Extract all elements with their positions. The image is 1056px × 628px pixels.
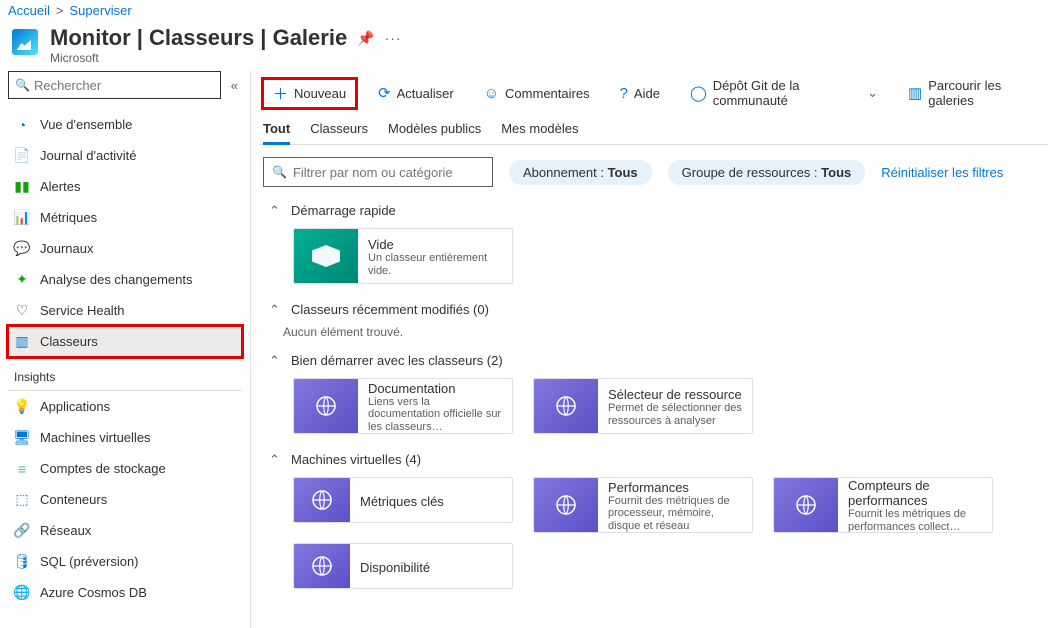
heart-icon: ♡ [14,303,30,319]
sidebar-item-servicehealth[interactable]: ♡Service Health [8,295,242,326]
workbook-icon: ▥ [14,334,30,350]
page-title: Monitor | Classeurs | Galerie [50,25,347,51]
bulb-icon: 💡 [14,399,30,415]
tab-all[interactable]: Tout [263,115,290,145]
tab-mine[interactable]: Mes modèles [501,115,578,144]
collapse-sidebar-icon[interactable]: « [227,74,242,97]
gallery-icon: ▥ [908,84,922,102]
sidebar-item-changeanalysis[interactable]: ✦Analyse des changements [8,264,242,295]
chevron-up-icon: ⌃ [269,353,280,369]
log-icon: 📄 [14,148,30,164]
more-icon[interactable]: ··· [385,30,402,46]
filter-input-wrap[interactable]: 🔍 [263,157,493,187]
refresh-button[interactable]: ⟳Actualiser [370,80,462,106]
globe-icon [294,379,358,433]
sidebar-section-insights: Insights [8,363,242,391]
change-icon: ✦ [14,272,30,288]
pill-subscription[interactable]: Abonnement : Tous [509,160,652,185]
sidebar-item-logs[interactable]: 💬Journaux [8,233,242,264]
logs-icon: 💬 [14,241,30,257]
section-vm[interactable]: ⌃Machines virtuelles (4) [259,444,1048,473]
card-key-metrics[interactable]: Métriques clés [293,477,513,523]
sidebar-item-containers[interactable]: ⬚Conteneurs [8,484,242,515]
globe-icon [534,478,598,532]
card-perf-counters[interactable]: Compteurs de performancesFournit les mét… [773,477,993,533]
sidebar-item-alerts[interactable]: ▮▮Alertes [8,171,242,202]
github-icon: ◯ [690,84,707,102]
help-button[interactable]: ?Aide [612,81,668,106]
new-button[interactable]: ＋Nouveau [263,79,356,108]
containers-icon: ⬚ [14,492,30,508]
card-resource-picker[interactable]: Sélecteur de ressourcePermet de sélectio… [533,378,753,434]
sidebar-item-metrics[interactable]: 📊Métriques [8,202,242,233]
search-input[interactable] [34,78,214,93]
sidebar-item-applications[interactable]: 💡Applications [8,391,242,422]
pin-icon[interactable]: 📌 [357,30,374,47]
tabs: Tout Classeurs Modèles publics Mes modèl… [259,115,1048,145]
tab-public[interactable]: Modèles publics [388,115,481,144]
globe-icon [534,379,598,433]
chevron-up-icon: ⌃ [269,302,280,318]
card-documentation[interactable]: DocumentationLiens vers la documentation… [293,378,513,434]
page-subtitle: Microsoft [50,51,402,65]
plus-icon: ＋ [273,83,288,104]
toolbar: ＋Nouveau ⟳Actualiser ☺Commentaires ?Aide… [259,71,1048,115]
card-availability[interactable]: Disponibilité [293,543,513,589]
comments-button[interactable]: ☺Commentaires [476,81,598,106]
section-quickstart[interactable]: ⌃Démarrage rapide [259,195,1048,224]
breadcrumb-superviser[interactable]: Superviser [70,3,132,18]
sidebar-item-storage[interactable]: ≡Comptes de stockage [8,453,242,484]
search-icon: 🔍 [15,78,30,92]
sidebar-item-overview[interactable]: ◔Vue d'ensemble [8,109,242,140]
sidebar-search[interactable]: 🔍 [8,71,221,99]
storage-icon: ≡ [14,461,30,477]
browse-galleries-button[interactable]: ▥Parcourir les galeries [900,74,1044,112]
globe-icon [294,544,350,588]
section-getstarted[interactable]: ⌃Bien démarrer avec les classeurs (2) [259,345,1048,374]
network-icon: 🔗 [14,523,30,539]
breadcrumb: Accueil > Superviser [0,0,1056,21]
sidebar-item-cosmosdb[interactable]: 🌐Azure Cosmos DB [8,577,242,608]
reset-filters-link[interactable]: Réinitialiser les filtres [881,165,1003,180]
sidebar-item-vms[interactable]: 🖥Machines virtuelles [8,422,242,453]
sidebar-item-activitylog[interactable]: 📄Journal d'activité [8,140,242,171]
empty-thumb-icon [294,229,358,283]
sidebar-item-networks[interactable]: 🔗Réseaux [8,515,242,546]
breadcrumb-home[interactable]: Accueil [8,3,50,18]
card-empty-workbook[interactable]: VideUn classeur entièrement vide. [293,228,513,284]
recent-empty-text: Aucun élément trouvé. [283,323,1048,345]
help-icon: ? [620,85,628,102]
alerts-icon: ▮▮ [14,179,30,195]
page-header: Monitor | Classeurs | Galerie 📌 ··· Micr… [0,21,1056,71]
sql-icon: 🛢 [14,554,30,570]
sidebar-item-sql[interactable]: 🛢SQL (préversion) [8,546,242,577]
monitor-app-icon [12,29,38,55]
globe-icon [294,478,350,522]
tab-workbooks[interactable]: Classeurs [310,115,368,144]
cosmos-icon: 🌐 [14,585,30,601]
main-content: ＋Nouveau ⟳Actualiser ☺Commentaires ?Aide… [250,71,1056,628]
chevron-up-icon: ⌃ [269,452,280,468]
metrics-icon: 📊 [14,210,30,226]
chevron-right-icon: > [56,3,64,18]
vm-icon: 🖥 [14,430,30,446]
github-button[interactable]: ◯Dépôt Git de la communauté⌄ [682,74,886,112]
sidebar-item-classeurs[interactable]: ▥Classeurs [8,326,242,357]
chevron-down-icon: ⌄ [867,85,878,101]
smile-icon: ☺ [484,85,499,102]
pill-resourcegroup[interactable]: Groupe de ressources : Tous [668,160,866,185]
refresh-icon: ⟳ [378,84,391,102]
filter-search-icon: 🔍 [272,165,287,179]
filter-bar: 🔍 Abonnement : Tous Groupe de ressources… [259,145,1048,195]
filter-input[interactable] [293,165,484,180]
chevron-up-icon: ⌃ [269,203,280,219]
speedometer-icon: ◔ [14,117,30,133]
globe-icon [774,478,838,532]
sidebar: 🔍 « ◔Vue d'ensemble 📄Journal d'activité … [0,71,250,628]
section-recent[interactable]: ⌃Classeurs récemment modifiés (0) [259,294,1048,323]
card-performances[interactable]: PerformancesFournit des métriques de pro… [533,477,753,533]
